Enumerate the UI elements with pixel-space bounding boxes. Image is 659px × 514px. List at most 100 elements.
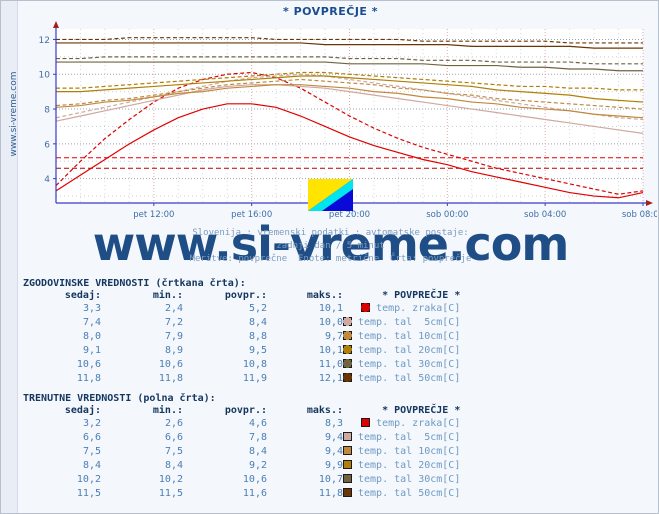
legend-series-label: temp. tal 5cm[C]: [358, 432, 461, 443]
cell-min: 11,5: [158, 488, 183, 499]
legend-color-swatch: [361, 303, 371, 312]
legend-color-swatch: [343, 345, 352, 354]
legend-color-swatch: [343, 373, 352, 382]
cell-sedaj: 7,5: [82, 446, 101, 457]
cell-povpr: 10,6: [242, 474, 267, 485]
legend-series-label: temp. tal 10cm[C]: [358, 331, 461, 342]
historical-table-body: 3,3 2,4 5,2 10,1 temp. zraka[C] 7,4 7,2 8,4 10,0…: [23, 302, 460, 386]
cell-maks: 12,1: [318, 373, 343, 384]
current-table-body: 3,2 2,6 4,6 8,3 temp. zraka[C] 6,6 6,6 7,8 9,4 te…: [23, 417, 460, 501]
cell-min: 7,2: [164, 317, 183, 328]
legend-color-swatch: [343, 474, 352, 483]
cell-sedaj: 3,3: [82, 303, 101, 314]
legend-cell: temp. tal 50cm[C]: [343, 372, 460, 386]
col-min: min.:: [152, 290, 183, 301]
col-sedaj: sedaj:: [64, 290, 101, 301]
cell-sedaj: 11,8: [76, 373, 101, 384]
table-row: 7,5 7,5 8,4 9,4 temp. tal 10cm[C]: [23, 445, 460, 459]
col-povpr: povpr.:: [224, 405, 267, 416]
table-row: 10,6 10,6 10,8 11,0 temp. tal 30cm[C]: [23, 358, 460, 372]
svg-text:sob 08:00: sob 08:00: [622, 210, 657, 220]
legend-cell: temp. tal 5cm[C]: [343, 431, 460, 445]
cell-sedaj: 3,2: [82, 418, 101, 429]
cell-povpr: 10,8: [242, 359, 267, 370]
cell-maks: 11,8: [318, 488, 343, 499]
legend-series-label: temp. tal 30cm[C]: [358, 359, 461, 370]
legend-series-label: temp. tal 5cm[C]: [358, 317, 461, 328]
legend-cell: temp. tal 5cm[C]: [343, 316, 460, 330]
cell-min: 8,4: [164, 460, 183, 471]
cell-maks: 10,0: [318, 317, 343, 328]
cell-sedaj: 11,5: [76, 488, 101, 499]
legend-color-swatch: [343, 359, 352, 368]
left-watermark-text: www.si-vreme.com: [9, 71, 19, 157]
legend-series-label: temp. tal 10cm[C]: [358, 446, 461, 457]
caption-line-range: zadnji dan / 5 minut: [276, 241, 385, 251]
current-table-title: TRENUTNE VREDNOSTI (polna črta):: [23, 393, 216, 404]
cell-maks: 9,4: [324, 446, 343, 457]
legend-color-swatch: [361, 418, 371, 427]
table-row: 9,1 8,9 9,5 10,1 temp. tal 20cm[C]: [23, 344, 460, 358]
cell-maks: 10,1: [318, 303, 343, 314]
cell-min: 2,4: [164, 303, 183, 314]
legend-color-swatch: [343, 446, 352, 455]
historical-table-title: ZGODOVINSKE VREDNOSTI (črtkana črta):: [23, 278, 246, 289]
current-values-table: TRENUTNE VREDNOSTI (polna črta): sedaj: …: [23, 393, 460, 501]
svg-text:pet 16:00: pet 16:00: [231, 210, 272, 220]
cell-povpr: 9,5: [248, 345, 267, 356]
table-row: 7,4 7,2 8,4 10,0 temp. tal 5cm[C]: [23, 316, 460, 330]
table-header-row: sedaj: min.: povpr.: maks.: * POVPREČJE …: [23, 405, 460, 417]
svg-text:sob 04:00: sob 04:00: [524, 210, 566, 220]
legend-color-swatch: [343, 432, 352, 441]
legend-cell: temp. tal 10cm[C]: [343, 445, 460, 459]
table-row: 8,0 7,9 8,8 9,7 temp. tal 10cm[C]: [23, 330, 460, 344]
col-legend: * POVPREČJE *: [382, 405, 461, 416]
table-row: 6,6 6,6 7,8 9,4 temp. tal 5cm[C]: [23, 431, 460, 445]
caption-line-source: Slovenija : vremenski podatki : avtomats…: [192, 228, 469, 238]
cell-povpr: 8,4: [248, 446, 267, 457]
weather-chart-page: www.si-vreme.com * POVPREČJE * 4 6 8 10 12 pe…: [0, 0, 659, 514]
legend-series-label: temp. tal 30cm[C]: [358, 474, 461, 485]
cell-povpr: 8,8: [248, 331, 267, 342]
table-row: 8,4 8,4 9,2 9,9 temp. tal 20cm[C]: [23, 459, 460, 473]
cell-sedaj: 6,6: [82, 432, 101, 443]
legend-series-label: temp. zraka[C]: [376, 418, 461, 429]
col-maks: maks.:: [306, 405, 343, 416]
legend-cell: temp. zraka[C]: [343, 417, 460, 431]
svg-text:6: 6: [44, 140, 50, 150]
cell-sedaj: 7,4: [82, 317, 101, 328]
page-title: * POVPREČJE *: [282, 5, 379, 18]
table-row: 3,2 2,6 4,6 8,3 temp. zraka[C]: [23, 417, 460, 431]
cell-sedaj: 8,4: [82, 460, 101, 471]
legend-cell: temp. tal 30cm[C]: [343, 358, 460, 372]
col-sedaj: sedaj:: [64, 405, 101, 416]
svg-text:sob 00:00: sob 00:00: [426, 210, 468, 220]
historical-values-table: ZGODOVINSKE VREDNOSTI (črtkana črta): se…: [23, 278, 460, 386]
cell-povpr: 9,2: [248, 460, 267, 471]
cell-povpr: 11,6: [242, 488, 267, 499]
legend-series-label: temp. zraka[C]: [376, 303, 461, 314]
cell-povpr: 5,2: [248, 303, 267, 314]
cell-maks: 10,7: [318, 474, 343, 485]
legend-color-swatch: [343, 317, 352, 326]
col-povpr: povpr.:: [224, 290, 267, 301]
table-row: 11,5 11,5 11,6 11,8 temp. tal 50cm[C]: [23, 487, 460, 501]
cell-min: 10,2: [158, 474, 183, 485]
cell-min: 2,6: [164, 418, 183, 429]
cell-min: 6,6: [164, 432, 183, 443]
legend-cell: temp. tal 20cm[C]: [343, 344, 460, 358]
cell-sedaj: 10,6: [76, 359, 101, 370]
svg-text:12: 12: [39, 36, 50, 46]
table-row: 10,2 10,2 10,6 10,7 temp. tal 30cm[C]: [23, 473, 460, 487]
legend-cell: temp. zraka[C]: [343, 302, 460, 316]
cell-sedaj: 10,2: [76, 474, 101, 485]
cell-min: 7,9: [164, 331, 183, 342]
svg-text:pet 12:00: pet 12:00: [133, 210, 174, 220]
svg-text:10: 10: [39, 71, 51, 81]
col-maks: maks.:: [306, 290, 343, 301]
svg-text:pet 20:00: pet 20:00: [329, 210, 370, 220]
caption-line-units: Meritve: povprečne Enote: metrične Črta:…: [189, 254, 472, 264]
legend-series-label: temp. tal 20cm[C]: [358, 345, 461, 356]
current-table: sedaj: min.: povpr.: maks.: * POVPREČJE …: [23, 405, 460, 501]
cell-maks: 11,0: [318, 359, 343, 370]
